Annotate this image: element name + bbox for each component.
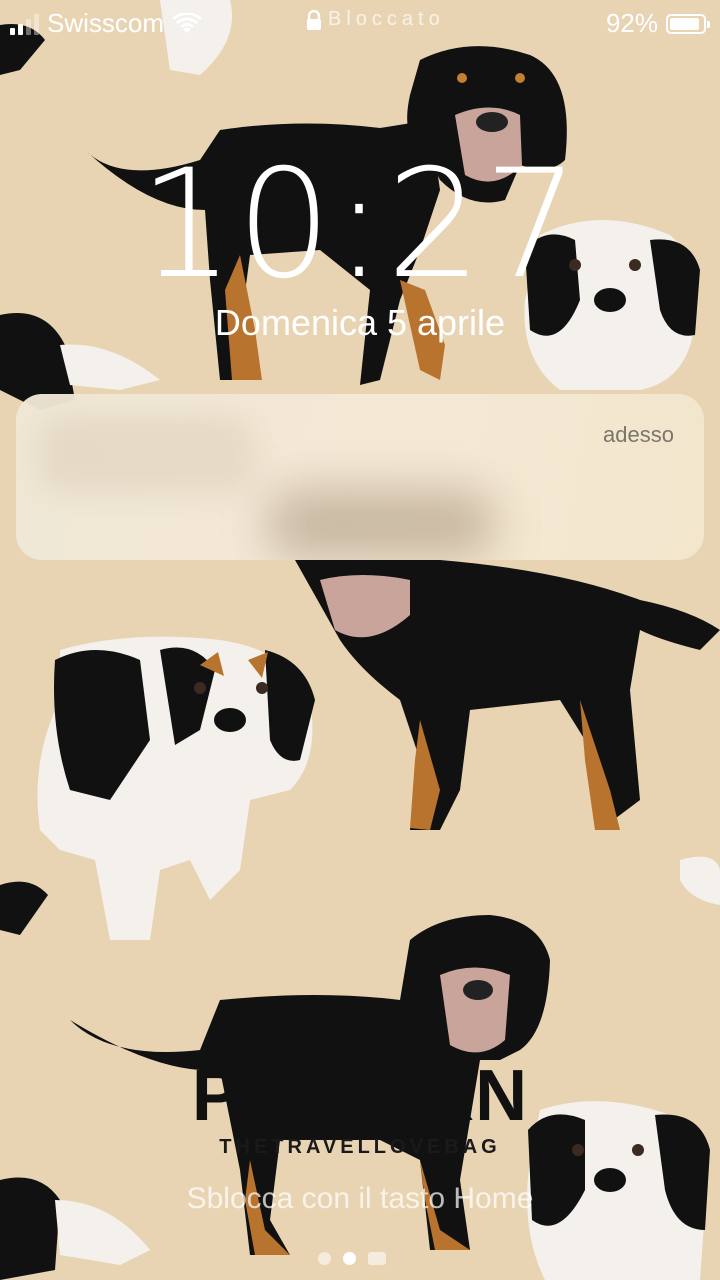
- brand-tagline: THETRAVELLOVEBAG: [219, 1136, 501, 1158]
- brand-name: PATTERN: [191, 1056, 529, 1136]
- cellular-signal-icon: [10, 13, 39, 35]
- signal-bar: [34, 13, 39, 35]
- lock-icon: [307, 9, 321, 30]
- dog-illustration-middle: [295, 560, 720, 830]
- lock-screen-clock: 10:27: [138, 138, 582, 312]
- notification-blurred-content-secondary: [266, 489, 496, 559]
- notification-banner[interactable]: adesso: [16, 394, 704, 560]
- battery-group: 92%: [605, 8, 710, 39]
- battery-icon: [666, 13, 710, 34]
- page-indicator[interactable]: [318, 1252, 386, 1265]
- signal-bar: [26, 18, 31, 35]
- camera-page-icon[interactable]: [368, 1252, 386, 1265]
- wallpaper-brand-logo: PATTERN THETRAVELLOVEBAG: [190, 1058, 530, 1159]
- page-dot[interactable]: [343, 1252, 356, 1265]
- lock-status: Bloccato: [306, 8, 445, 31]
- carrier-group: Swisscom: [10, 8, 203, 39]
- unlock-hint: Sblocca con il tasto Home: [186, 1182, 534, 1215]
- dog-illustration-cavalier: [37, 636, 315, 940]
- page-dot[interactable]: [318, 1252, 331, 1265]
- lock-screen-date: Domenica 5 aprile: [214, 302, 506, 343]
- signal-bar: [18, 23, 23, 35]
- status-bar: Swisscom Bloccato 92%: [0, 0, 720, 48]
- signal-bar: [10, 27, 15, 35]
- lock-label: Bloccato: [328, 8, 445, 30]
- notification-time: adesso: [603, 422, 674, 447]
- notification-blurred-content: [36, 414, 256, 494]
- battery-percent: 92%: [605, 8, 658, 38]
- wifi-icon: [172, 12, 203, 33]
- carrier-name: Swisscom: [47, 8, 165, 38]
- battery-fill: [670, 17, 700, 30]
